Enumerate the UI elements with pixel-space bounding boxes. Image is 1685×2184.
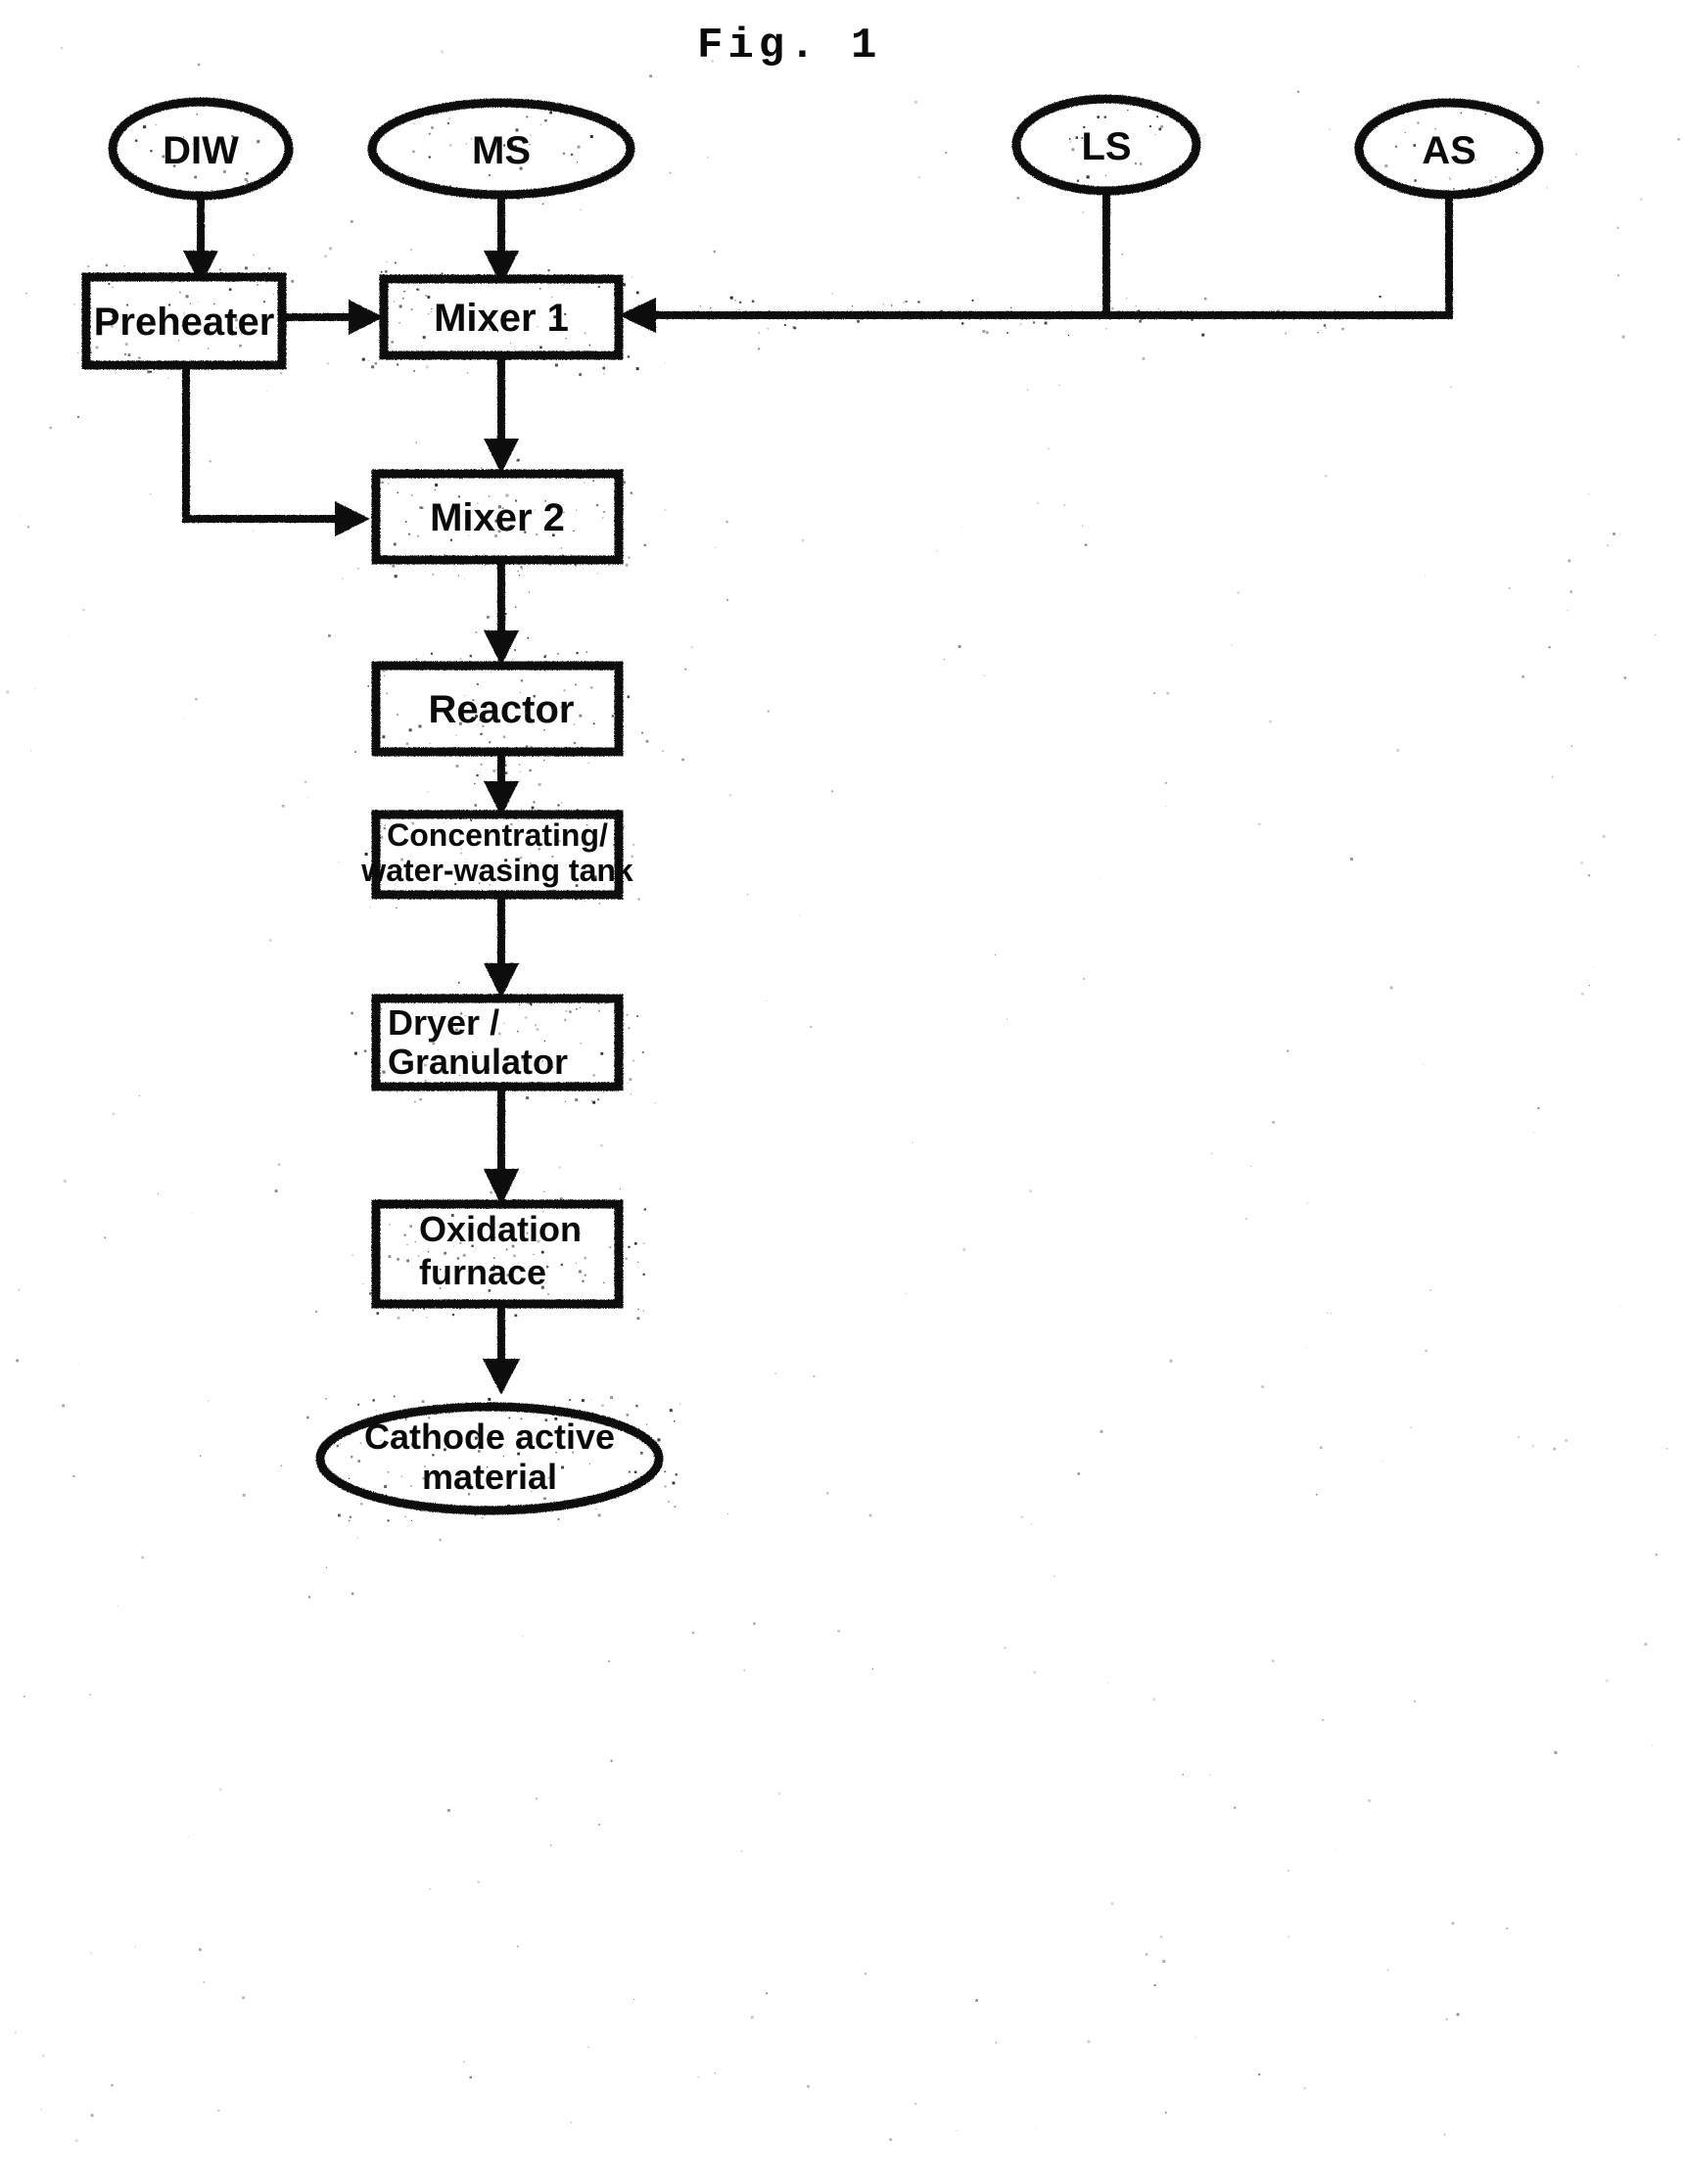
arrowhead-preheater-to-mixer2 bbox=[335, 501, 370, 536]
node-as-label: AS bbox=[1422, 129, 1476, 172]
arrowhead-oxidation-to-cathode bbox=[483, 1359, 520, 1395]
node-ms-label: MS bbox=[472, 129, 531, 172]
figure-title: Fig. 1 bbox=[697, 22, 881, 70]
process-flow-diagram: Fig. 1 DIW MS LS AS Preheater Mixer 1 Mi… bbox=[6, 22, 1680, 2143]
node-ls-label: LS bbox=[1081, 125, 1131, 168]
arrowhead-conctank-to-dryer bbox=[484, 963, 519, 999]
node-mixer1-label: Mixer 1 bbox=[434, 297, 569, 340]
node-dryer-granulator-label-line1: Dryer / bbox=[388, 1002, 499, 1043]
node-mixer2-label: Mixer 2 bbox=[430, 496, 565, 539]
node-oxidation-furnace-label-line1: Oxidation bbox=[419, 1209, 582, 1249]
arrowhead-mixer2-to-reactor bbox=[484, 630, 519, 666]
node-oxidation-furnace-label-line2: furnace bbox=[419, 1252, 546, 1292]
node-dryer-granulator-label-line2: Granulator bbox=[388, 1042, 568, 1082]
arrowhead-mixer1-to-mixer2 bbox=[484, 439, 519, 474]
node-preheater-label: Preheater bbox=[94, 301, 275, 344]
node-reactor-label: Reactor bbox=[429, 688, 575, 731]
node-cathode-active-material-label-line1: Cathode active bbox=[364, 1417, 615, 1457]
figure-canvas: Fig. 1 DIW MS LS AS Preheater Mixer 1 Mi… bbox=[0, 0, 1685, 2184]
arrowhead-bus-to-mixer1 bbox=[619, 298, 656, 333]
connector-as-to-mixer1-bus bbox=[636, 195, 1453, 319]
connector-preheater-to-mixer2 bbox=[182, 365, 345, 523]
node-concentrating-tank-label-line1: Concentrating/ bbox=[387, 817, 608, 853]
node-cathode-active-material-label-line2: material bbox=[422, 1457, 557, 1497]
arrowhead-preheater-to-mixer1 bbox=[349, 300, 384, 335]
